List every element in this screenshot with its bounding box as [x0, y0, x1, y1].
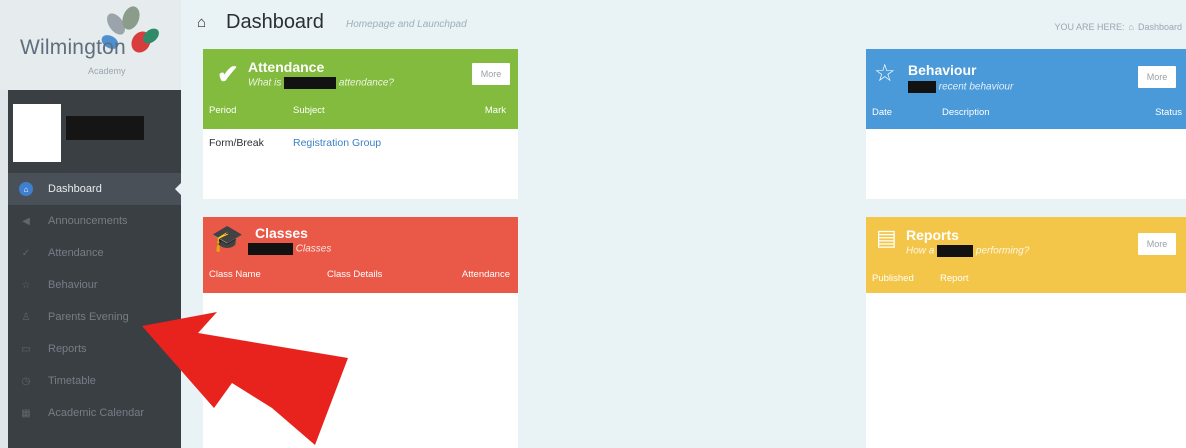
calendar-icon: ▦ — [21, 407, 31, 419]
page-subtitle: Homepage and Launchpad — [346, 19, 467, 30]
column-header: Class Name — [209, 269, 261, 280]
reports-body — [866, 293, 1186, 448]
table-cell: Form/Break — [209, 137, 264, 149]
column-header: Description — [942, 107, 990, 118]
column-header: Mark — [484, 105, 506, 116]
classes-subtitle: Classes — [248, 243, 331, 255]
classes-title: Classes — [255, 225, 308, 241]
megaphone-icon: ◀ — [22, 215, 30, 227]
behaviour-body — [866, 129, 1186, 199]
reports-widget: ▤ Reports How a performing? More Publish… — [866, 217, 1186, 448]
breadcrumb-current[interactable]: Dashboard — [1138, 22, 1182, 32]
attendance-subtitle: What is attendance? — [248, 77, 394, 89]
home-icon: ⌂ — [197, 14, 207, 31]
school-logo[interactable]: Wilmington Academy — [0, 0, 181, 90]
sidebar-item-dashboard[interactable]: ⌂ Dashboard — [8, 173, 181, 205]
sidebar-item-label: Announcements — [48, 215, 128, 227]
redacted-name — [908, 81, 936, 93]
star-icon: ☆ — [874, 60, 896, 87]
people-icon: ♙ — [21, 311, 31, 323]
attendance-header: ✔ Attendance What is attendance? More Pe… — [203, 49, 518, 129]
breadcrumb: YOU ARE HERE: ⌂ Dashboard — [1055, 22, 1183, 32]
column-header: Status — [1155, 107, 1182, 118]
attendance-title: Attendance — [248, 59, 325, 75]
sidebar-item-reports[interactable]: ▭ Reports — [8, 333, 181, 365]
breadcrumb-prefix: YOU ARE HERE: — [1054, 22, 1125, 32]
sidebar-item-behaviour[interactable]: ☆ Behaviour — [8, 269, 181, 301]
column-header: Attendance — [461, 269, 510, 280]
behaviour-more-button[interactable]: More — [1138, 66, 1176, 88]
sidebar: Wilmington Academy ⌂ Dashboard ◀ Announc… — [0, 0, 181, 448]
sidebar-item-label: Parents Evening — [48, 311, 129, 323]
clock-icon: ◷ — [21, 375, 31, 387]
attendance-widget: ✔ Attendance What is attendance? More Pe… — [203, 49, 518, 199]
report-icon: ▭ — [21, 343, 31, 355]
document-icon: ▤ — [876, 225, 897, 250]
column-header: Period — [209, 105, 237, 116]
sidebar-item-academic-calendar[interactable]: ▦ Academic Calendar — [8, 397, 181, 429]
sidebar-item-attendance[interactable]: ✓ Attendance — [8, 237, 181, 269]
sidebar-item-label: Timetable — [48, 375, 96, 387]
registration-group-link[interactable]: Registration Group — [293, 137, 381, 149]
graduation-cap-icon: 🎓 — [211, 223, 244, 253]
column-header: Class Details — [327, 269, 383, 280]
behaviour-widget: ☆ Behaviour recent behaviour More Date D… — [866, 49, 1186, 199]
star-icon: ☆ — [21, 279, 31, 291]
home-icon: ⌂ — [1128, 22, 1134, 32]
classes-widget: 🎓 Classes Classes Class Name Class Detai… — [203, 217, 518, 448]
sidebar-item-parents-evening[interactable]: ♙ Parents Evening — [8, 301, 181, 333]
sidebar-item-label: Dashboard — [48, 183, 102, 195]
behaviour-subtitle: recent behaviour — [908, 81, 1013, 93]
check-icon: ✓ — [21, 247, 31, 259]
brand-subtitle: Academy — [88, 66, 126, 76]
sidebar-item-label: Behaviour — [48, 279, 98, 291]
column-header: Date — [872, 107, 893, 118]
reports-header: ▤ Reports How a performing? More Publish… — [866, 217, 1186, 293]
sidebar-item-label: Reports — [48, 343, 87, 355]
column-header: Report — [940, 273, 969, 284]
sidebar-item-label: Attendance — [48, 247, 104, 259]
column-header: Published — [872, 273, 914, 284]
redacted-name — [284, 77, 337, 89]
sidebar-item-timetable[interactable]: ◷ Timetable — [8, 365, 181, 397]
behaviour-header: ☆ Behaviour recent behaviour More Date D… — [866, 49, 1186, 129]
sidebar-item-announcements[interactable]: ◀ Announcements — [8, 205, 181, 237]
sidebar-menu: ⌂ Dashboard ◀ Announcements ✓ Attendance… — [8, 173, 181, 429]
attendance-body: Form/Break Registration Group — [203, 129, 518, 199]
profile-photo[interactable] — [13, 104, 61, 162]
brand-name: Wilmington — [20, 36, 126, 59]
attendance-more-button[interactable]: More — [472, 63, 510, 85]
classes-header: 🎓 Classes Classes Class Name Class Detai… — [203, 217, 518, 293]
redacted-name — [248, 243, 293, 255]
reports-title: Reports — [906, 227, 959, 243]
behaviour-title: Behaviour — [908, 62, 977, 78]
page-title: Dashboard — [226, 11, 324, 33]
profile-name-redacted — [66, 116, 144, 140]
reports-more-button[interactable]: More — [1138, 233, 1176, 255]
classes-body — [203, 293, 518, 448]
sidebar-item-label: Academic Calendar — [48, 407, 144, 419]
reports-subtitle: How a performing? — [906, 245, 1030, 257]
check-icon: ✔ — [217, 59, 239, 89]
redacted-name — [937, 245, 974, 257]
column-header: Subject — [293, 105, 325, 116]
home-icon: ⌂ — [19, 182, 33, 196]
